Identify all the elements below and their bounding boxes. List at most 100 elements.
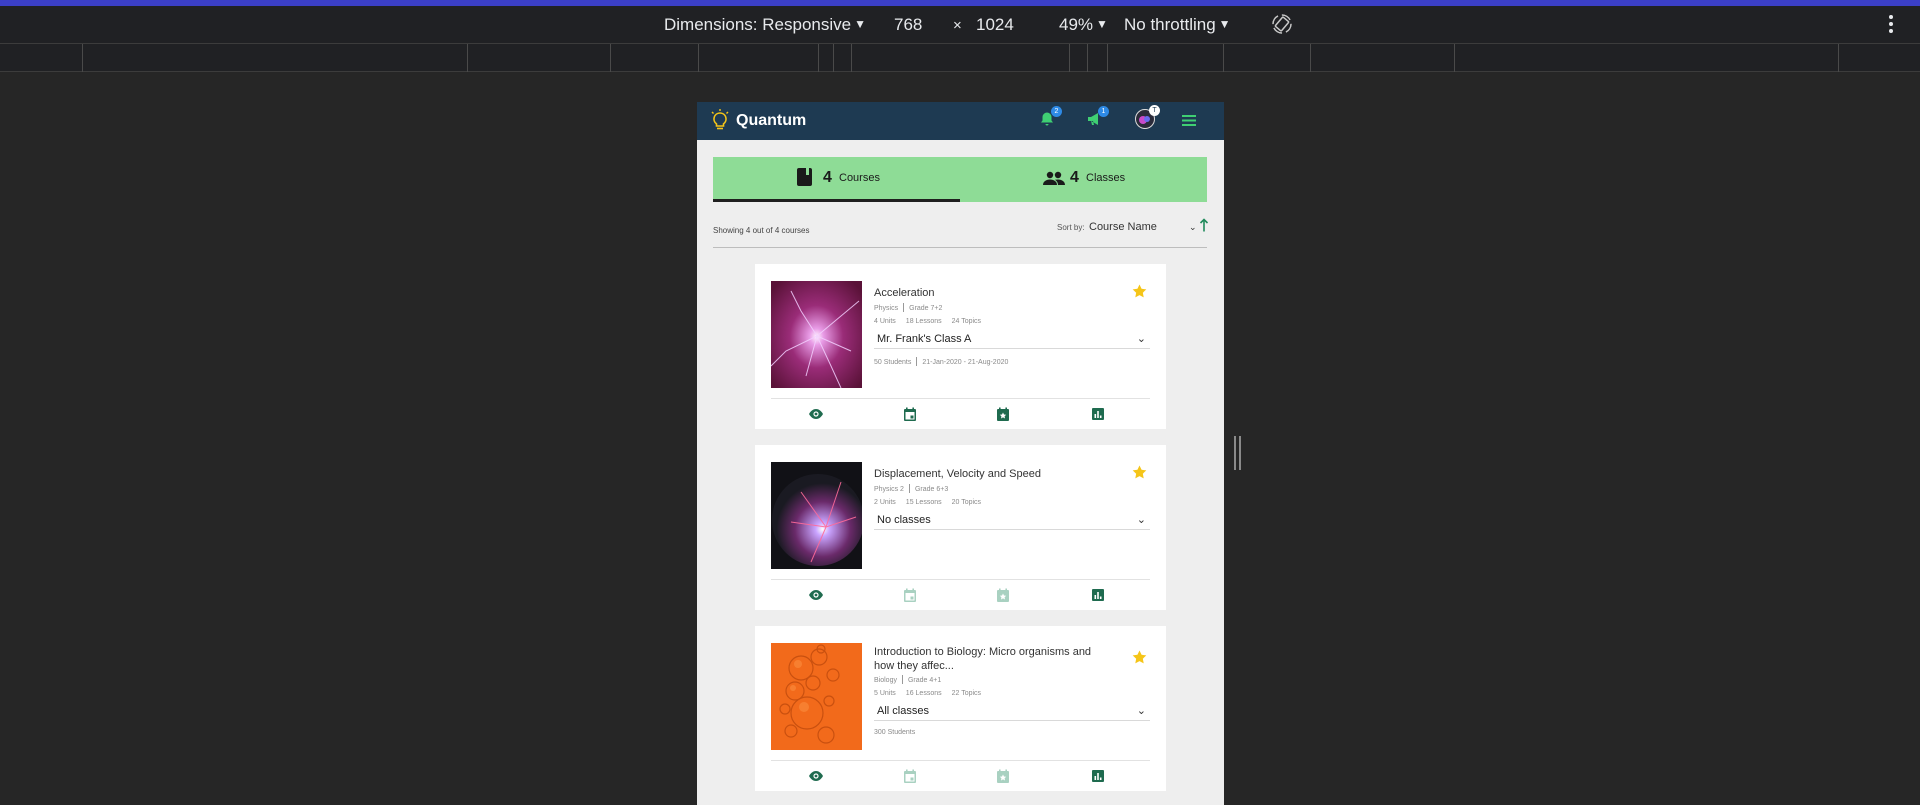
more-options-icon[interactable] [1888, 14, 1894, 34]
ruler-tick [467, 44, 468, 72]
course-lessons: 15 Lessons [905, 499, 942, 506]
eye-icon[interactable] [808, 406, 824, 422]
course-thumbnail-bubbles[interactable] [771, 643, 862, 750]
ruler-tick [610, 44, 611, 72]
plasma-globe-image [771, 462, 862, 569]
bar-chart-icon[interactable] [1090, 587, 1106, 603]
class-select-value: No classes [877, 514, 931, 526]
class-select[interactable]: Mr. Frank's Class A ⌄ [874, 331, 1150, 349]
ruler-tick [1069, 44, 1070, 72]
eye-icon[interactable] [808, 768, 824, 784]
media-query-ruler[interactable] [0, 43, 1920, 72]
course-card: Acceleration Physics Grade 7+2 4 Units 18 … [755, 264, 1166, 429]
classes-tab-label: Classes [1086, 172, 1126, 184]
ruler-tick [698, 44, 699, 72]
meta-separator [901, 675, 903, 684]
course-title[interactable]: Acceleration [874, 286, 1104, 300]
caret-down-icon: ▼ [854, 17, 866, 31]
meta-separator [908, 484, 910, 493]
bar-chart-icon[interactable] [1090, 406, 1106, 422]
height-input[interactable]: 1024 [976, 15, 1014, 35]
favorite-star-icon[interactable] [1132, 650, 1147, 664]
chevron-down-icon[interactable]: ⌄ [1189, 222, 1197, 233]
course-thumbnail-plasma[interactable] [771, 281, 862, 388]
caret-down-icon: ▼ [1096, 17, 1108, 31]
rotate-icon[interactable] [1270, 12, 1294, 36]
course-title[interactable]: Introduction to Biology: Micro organisms… [874, 645, 1104, 673]
results-count-text: Showing 4 out of 4 courses [713, 226, 810, 235]
calendar-star-icon-disabled [997, 769, 1009, 783]
plasma-image [771, 281, 862, 388]
device-viewport: Quantum 2 1 T 4 Courses 4 Classes Showin… [697, 102, 1224, 805]
class-dates: 21-Jan-2020 - 21-Aug-2020 [922, 359, 1009, 366]
throttling-dropdown[interactable]: No throttling ▼ [1124, 15, 1231, 35]
eye-icon[interactable] [808, 587, 824, 603]
meta-separator [916, 357, 918, 366]
course-stats: 5 Units 16 Lessons 22 Topics [874, 690, 981, 697]
calendar-icon[interactable] [902, 406, 918, 422]
sort-by-label: Sort by: [1057, 223, 1085, 232]
chevron-down-icon: ⌄ [1136, 333, 1146, 345]
course-thumbnail-plasma-globe[interactable] [771, 462, 862, 569]
course-subject-grade: Biology Grade 4+1 [874, 675, 941, 684]
class-select[interactable]: All classes ⌄ [874, 703, 1150, 721]
course-topics: 22 Topics [951, 690, 982, 697]
course-grade: Grade 7+2 [909, 305, 943, 312]
user-avatar[interactable]: T [1135, 105, 1160, 129]
tab-courses[interactable]: 4 Courses [713, 157, 960, 202]
sort-ascending-icon[interactable] [1199, 218, 1209, 232]
ruler-tick [818, 44, 819, 72]
dimensions-label: Dimensions: Responsive [664, 15, 852, 34]
ruler-tick [833, 44, 834, 72]
meta-separator [903, 303, 905, 312]
class-students: 50 Students [874, 359, 912, 366]
class-info: 300 Students [874, 729, 915, 736]
notifications-button[interactable]: 2 [1039, 106, 1062, 132]
courses-count: 4 [823, 169, 832, 186]
bar-chart-icon[interactable] [1090, 768, 1106, 784]
announcements-button[interactable]: 1 [1086, 106, 1109, 132]
calendar-icon-disabled [904, 588, 916, 602]
course-title[interactable]: Displacement, Velocity and Speed [874, 467, 1104, 481]
classes-count: 4 [1070, 169, 1079, 186]
courses-tab-label: Courses [839, 172, 880, 184]
sort-select[interactable]: Course Name [1089, 221, 1157, 233]
class-select-value: Mr. Frank's Class A [877, 333, 972, 345]
calendar-star-icon[interactable] [995, 406, 1011, 422]
course-subject: Biology [874, 677, 897, 684]
ruler-tick [1087, 44, 1088, 72]
people-icon [1043, 171, 1065, 185]
course-units: 5 Units [874, 690, 896, 697]
course-grade: Grade 4+1 [907, 677, 942, 684]
class-select[interactable]: No classes ⌄ [874, 512, 1150, 530]
favorite-star-icon[interactable] [1132, 284, 1147, 298]
hamburger-menu-icon[interactable] [1182, 115, 1196, 126]
class-info: 50 Students 21-Jan-2020 - 21-Aug-2020 [874, 357, 1008, 366]
view-tabs: 4 Courses 4 Classes [713, 157, 1207, 202]
card-divider [771, 760, 1150, 761]
dimensions-dropdown[interactable]: Dimensions: Responsive ▼ [664, 15, 866, 35]
chevron-down-icon: ⌄ [1136, 705, 1146, 717]
course-stats: 2 Units 15 Lessons 20 Topics [874, 499, 981, 506]
course-lessons: 18 Lessons [905, 318, 942, 325]
ruler-tick [851, 44, 852, 72]
tab-classes[interactable]: 4 Classes [960, 157, 1207, 202]
calendar-icon-disabled [904, 769, 916, 783]
course-subject-grade: Physics Grade 7+2 [874, 303, 942, 312]
zoom-dropdown[interactable]: 49% ▼ [1059, 15, 1108, 35]
course-topics: 20 Topics [951, 499, 982, 506]
course-grade: Grade 6+3 [914, 486, 949, 493]
app-brand[interactable]: Quantum [736, 112, 806, 130]
course-card: Displacement, Velocity and Speed Physics… [755, 445, 1166, 610]
ruler-tick [1310, 44, 1311, 72]
ruler-tick [1838, 44, 1839, 72]
course-topics: 24 Topics [951, 318, 982, 325]
ruler-tick [1107, 44, 1108, 72]
ruler-tick [1223, 44, 1224, 72]
lightbulb-logo-icon [711, 109, 729, 130]
card-divider [771, 579, 1150, 580]
caret-down-icon: ▼ [1218, 17, 1231, 31]
width-input[interactable]: 768 [894, 15, 922, 35]
favorite-star-icon[interactable] [1132, 465, 1147, 479]
resize-handle[interactable] [1234, 436, 1242, 470]
